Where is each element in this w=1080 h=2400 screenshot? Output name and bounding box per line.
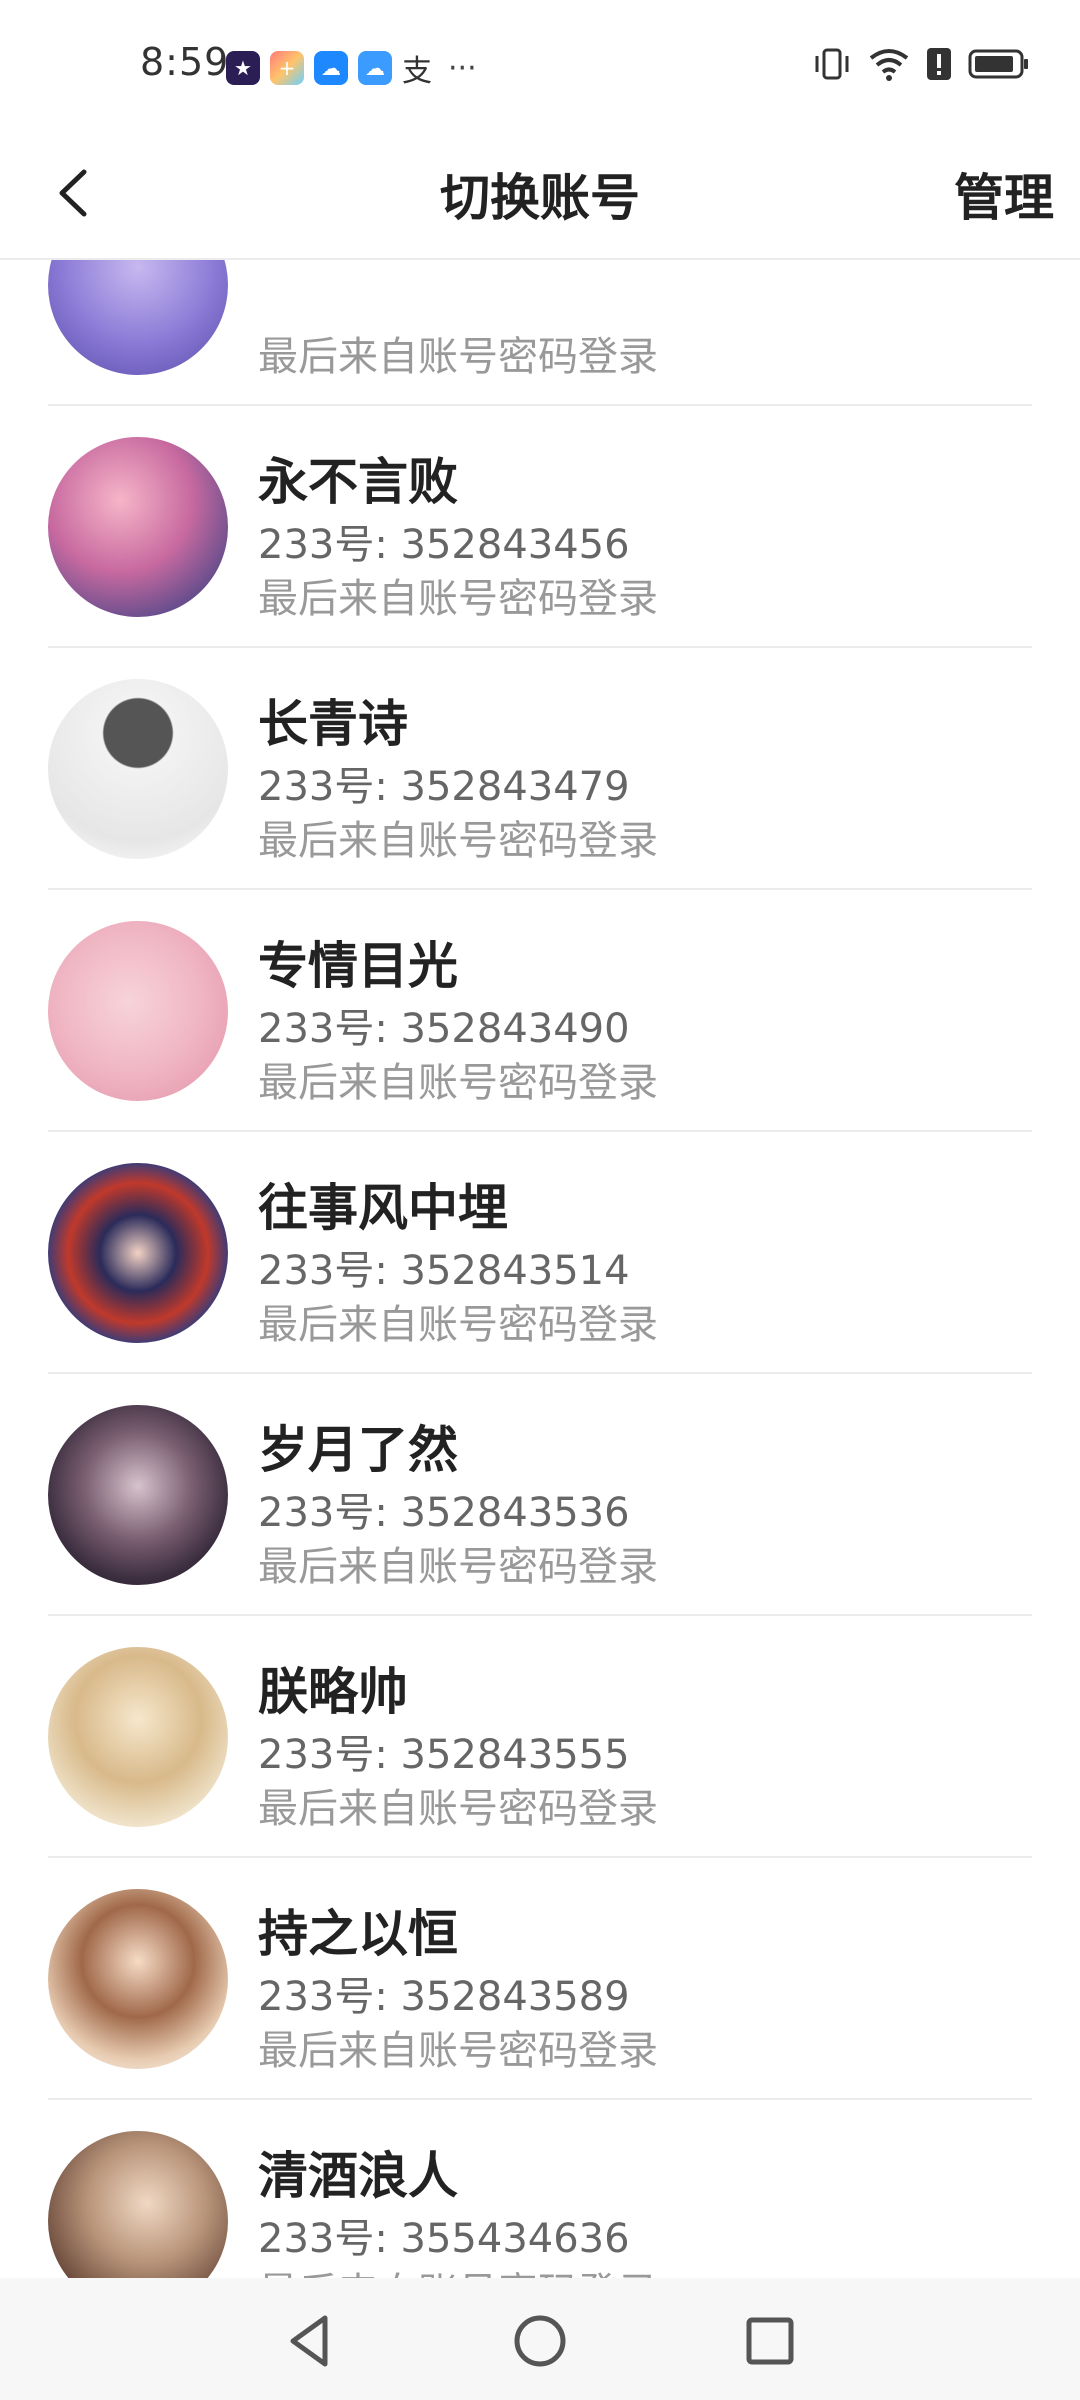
account-row[interactable]: 持之以恒 233号: 352843589 最后来自账号密码登录	[48, 1858, 1032, 2100]
weather-app-icon: ☁	[314, 51, 348, 85]
account-name: 岁月了然	[258, 1421, 458, 1479]
top-app-bar: 切换账号 管理	[0, 130, 1080, 260]
account-list: 最后来自账号密码登录 永不言败 233号: 352843456 最后来自账号密码…	[0, 258, 1080, 2278]
account-name: 往事风中埋	[258, 1179, 508, 1237]
avatar-icon	[48, 1889, 228, 2069]
account-row[interactable]: 永不言败 233号: 352843456 最后来自账号密码登录	[48, 406, 1032, 648]
account-row[interactable]: 最后来自账号密码登录	[48, 258, 1032, 406]
home-circle-icon	[514, 2315, 566, 2367]
alipay-icon: 支	[402, 54, 432, 89]
account-id: 233号: 355434636	[258, 2216, 630, 2262]
account-name: 持之以恒	[258, 1905, 458, 1963]
launcher-app-icon: +	[270, 51, 304, 85]
account-id: 233号: 352843514	[258, 1248, 630, 1294]
last-login-method: 最后来自账号密码登录	[258, 1786, 658, 1832]
vibrate-icon	[815, 48, 849, 80]
last-login-method: 最后来自账号密码登录	[258, 576, 658, 622]
status-indicators	[812, 46, 1030, 82]
nav-back-button[interactable]	[275, 2306, 345, 2376]
back-triangle-icon	[290, 2315, 328, 2367]
account-id: 233号: 352843536	[258, 1490, 630, 1536]
last-login-method: 最后来自账号密码登录	[258, 1302, 658, 1348]
system-navigation-bar	[0, 2278, 1080, 2400]
more-notifications-icon: ···	[448, 50, 477, 86]
account-id: 233号: 352843456	[258, 522, 630, 568]
page-title: 切换账号	[440, 169, 640, 227]
account-row[interactable]: 专情目光 233号: 352843490 最后来自账号密码登录	[48, 890, 1032, 1132]
wifi-icon	[869, 49, 909, 81]
avatar-icon	[48, 921, 228, 1101]
account-row[interactable]: 往事风中埋 233号: 352843514 最后来自账号密码登录	[48, 1132, 1032, 1374]
nav-recents-button[interactable]	[735, 2306, 805, 2376]
status-bar: 8:59 ★ + ☁ ☁ 支 ···	[0, 0, 1080, 130]
avatar-icon	[48, 437, 228, 617]
account-row[interactable]: 清酒浪人 233号: 355434636 最后来自账号密码登录	[48, 2100, 1032, 2278]
account-id: 233号: 352843490	[258, 1006, 630, 1052]
avatar-icon	[48, 1405, 228, 1585]
game-app-icon: ★	[226, 51, 260, 85]
avatar-icon	[48, 679, 228, 859]
account-row[interactable]: 朕略帅 233号: 352843555 最后来自账号密码登录	[48, 1616, 1032, 1858]
last-login-method: 最后来自账号密码登录	[258, 334, 658, 380]
avatar-icon	[48, 1163, 228, 1343]
manage-button[interactable]: 管理	[954, 158, 1054, 230]
account-id: 233号: 352843589	[258, 1974, 630, 2020]
account-row[interactable]: 长青诗 233号: 352843479 最后来自账号密码登录	[48, 648, 1032, 890]
status-time: 8:59	[140, 40, 230, 84]
avatar-icon	[48, 258, 228, 375]
account-name: 长青诗	[258, 695, 408, 753]
battery-icon	[968, 49, 1028, 79]
avatar-icon	[48, 1647, 228, 1827]
account-name: 专情目光	[258, 937, 458, 995]
last-login-method: 最后来自账号密码登录	[258, 2260, 658, 2278]
recents-square-icon	[746, 2317, 794, 2365]
account-name: 清酒浪人	[258, 2147, 458, 2205]
account-id: 233号: 352843479	[258, 764, 630, 810]
alert-icon	[927, 48, 951, 80]
cloud-app-icon: ☁	[358, 51, 392, 85]
nav-home-button[interactable]	[505, 2306, 575, 2376]
last-login-method: 最后来自账号密码登录	[258, 1060, 658, 1106]
avatar-icon	[48, 2131, 228, 2278]
account-id: 233号: 352843555	[258, 1732, 630, 1778]
account-row[interactable]: 岁月了然 233号: 352843536 最后来自账号密码登录	[48, 1374, 1032, 1616]
last-login-method: 最后来自账号密码登录	[258, 1544, 658, 1590]
account-name: 永不言败	[258, 453, 458, 511]
account-name: 朕略帅	[258, 1663, 408, 1721]
last-login-method: 最后来自账号密码登录	[258, 2028, 658, 2074]
status-app-icons: ★ + ☁ ☁ 支 ···	[226, 46, 477, 90]
last-login-method: 最后来自账号密码登录	[258, 818, 658, 864]
